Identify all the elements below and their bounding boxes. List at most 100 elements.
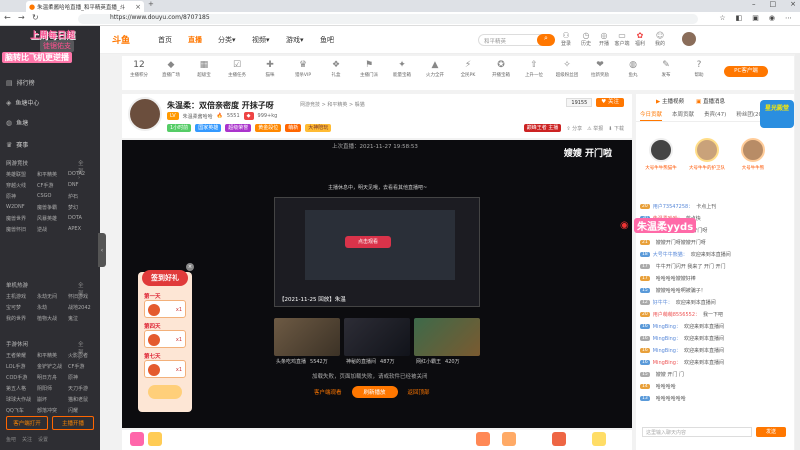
live-message-link[interactable]: ▣ 直播消息 [696,97,725,105]
game-item-7[interactable]: CSGO [37,193,68,200]
giftbar-item-7[interactable]: ⚑ 主播门派 [354,60,384,78]
download-link[interactable]: ⬇ 下载 [608,125,624,132]
gift-icon[interactable] [476,432,490,446]
gift-icon[interactable] [592,432,606,446]
recommend-thumb-3[interactable] [414,318,480,356]
game-item-4[interactable]: 金铲铲之战 [37,363,68,370]
follow-button[interactable]: ♥ 关注 [596,98,624,107]
game-item-5[interactable]: CF手游 [68,363,99,370]
profile-icon[interactable]: ◉ [769,14,775,22]
giftbar-item-2[interactable]: ▦ 超级宝 [189,60,219,78]
new-tab-icon[interactable]: + [148,0,154,8]
gift-icon[interactable] [502,432,516,446]
streamer-name[interactable]: 朱温柔酱哈哈 [183,113,213,120]
chat-input[interactable]: 这里输入聊天内容 [642,427,752,437]
game-item-1[interactable]: 和平精英 [37,171,68,178]
header-mine[interactable]: ☺ 我的 [652,31,668,47]
pc-client-button[interactable]: PC客户端 [724,66,768,77]
game-item-15[interactable]: 魔兽怀旧 [6,226,37,233]
game-item-17[interactable]: APEX [68,226,99,233]
game-item-16[interactable]: 逆战 [37,226,68,233]
game-item-13[interactable]: 风暴英雄 [37,215,68,222]
chat-username[interactable]: 用户73547258： [653,203,693,210]
header-broadcast[interactable]: ◎ 开播 [596,31,612,47]
video-player[interactable]: 上次直播：2021-11-27 19:58:53 嫂嫂 开门啦 主播休息中，明天… [122,140,632,428]
start-broadcast-button[interactable]: 主播开播 [52,416,94,430]
game-item-2[interactable]: DOTA2 [68,171,99,178]
maximize-icon[interactable]: □ [770,0,777,8]
chat-username[interactable]: 好牛牛： [653,299,673,306]
user-avatar[interactable] [682,32,696,46]
game-item-0[interactable]: 主机游戏 [6,293,37,300]
chat-username[interactable]: MingBing： [653,335,681,342]
back-top-link[interactable]: 返回顶部 [408,388,430,396]
sidebar-item-yutang[interactable]: ◍ 鱼塘 [6,118,28,128]
game-item-0[interactable]: 英雄联盟 [6,171,37,178]
nav-yuba[interactable]: 鱼吧 [320,35,334,45]
refresh-play-button[interactable]: 刷新播放 [351,386,398,398]
game-item-7[interactable]: 植物大战 [37,315,68,322]
game-item-14[interactable]: 猫和老鼠 [68,396,99,403]
giftbar-item-15[interactable]: ◍ 鱼丸 [618,60,648,78]
streamer-level[interactable]: 12 主播积分 [124,60,154,78]
browser-tab[interactable]: ● 朱温柔酱哈哈直播_和平精英直播_斗 × [26,1,144,12]
replay-preview[interactable]: 点击观看 【2021-11-25 回放】朱温 [274,197,480,307]
tab-close-icon[interactable]: × [135,3,141,11]
game-item-6[interactable]: COD手游 [6,374,37,381]
report-link[interactable]: ⚠ 举报 [587,125,603,132]
giftbar-item-4[interactable]: ✚ 猫咪 [255,60,285,78]
game-item-17[interactable]: 闪耀 [68,407,99,414]
game-item-6[interactable]: 原神 [6,193,37,200]
game-item-1[interactable]: 和平精英 [37,352,68,359]
footer-follow[interactable]: 关注 [22,436,32,443]
giftbar-item-3[interactable]: ☑ 主播任务 [222,60,252,78]
send-button[interactable]: 发送 [756,427,786,437]
room-category[interactable]: 网游竞技 > 和平精英 > 躲猫 [300,101,365,108]
search-input[interactable]: 和平精英 ⌕ [478,34,555,46]
fans-badge[interactable]: ◆ [243,112,254,120]
game-item-3[interactable]: LOL手游 [6,363,37,370]
rank-2[interactable]: 大号牛牛的护卫队 [688,138,726,171]
game-item-8[interactable]: 原神 [68,374,99,381]
game-item-3[interactable]: 宝可梦 [6,304,37,311]
giftbar-item-17[interactable]: ? 帮助 [684,60,714,78]
giftbar-item-5[interactable]: ♛ 猎杀VIP [288,60,318,78]
giftbar-item-6[interactable]: ❖ 礼盒 [321,60,351,78]
signin-close-icon[interactable]: × [186,263,194,271]
game-item-8[interactable]: 炉石 [68,193,99,200]
giftbar-item-8[interactable]: ✦ 能量宝箱 [387,60,417,78]
page-scrollbar[interactable] [795,54,800,450]
game-item-15[interactable]: QQ飞车 [6,407,37,414]
chat-username[interactable]: 大号牛牛熊猫： [653,251,688,258]
game-item-9[interactable]: W2DNF [6,204,37,211]
game-item-10[interactable]: 阴阳师 [37,385,68,392]
rank-badge[interactable]: 巅峰王者 主播 [523,124,562,132]
game-item-8[interactable]: 鬼泣 [68,315,99,322]
giftbar-item-11[interactable]: ✪ 开播宝箱 [486,60,516,78]
minimize-icon[interactable]: – [752,0,756,8]
streamer-video-link[interactable]: ▶ 主播视频 [656,97,684,105]
tab-week[interactable]: 本周贡献 [672,110,694,121]
signin-go-button[interactable] [148,385,182,399]
chat-username[interactable]: MingBing： [653,323,681,330]
rank-3[interactable]: 大号牛牛熊 [734,138,772,171]
forward-icon[interactable]: → [18,13,25,22]
nav-category[interactable]: 分类▾ [218,35,236,45]
game-item-7[interactable]: 明日方舟 [37,374,68,381]
tab-vip[interactable]: 贵宾(47) [704,110,726,121]
header-welfare[interactable]: ✿ 福利 [632,31,648,47]
game-item-4[interactable]: 永劫 [37,304,68,311]
play-button[interactable]: 点击观看 [345,236,391,248]
recommend-thumb-2[interactable] [344,318,410,356]
game-item-3[interactable]: 穿越火线 [6,182,37,189]
close-window-icon[interactable]: × [790,0,796,8]
footer-settings[interactable]: 设置 [38,436,48,443]
nav-game[interactable]: 游戏▾ [286,35,304,45]
sidebar-item-rank[interactable]: ▤ 排行榜 [6,78,35,88]
header-client[interactable]: ▭ 客户端 [614,31,630,47]
extension-icon[interactable]: ◧ [736,14,743,22]
nav-video[interactable]: 视频▾ [252,35,270,45]
game-item-9[interactable]: 第五人格 [6,385,37,392]
game-item-6[interactable]: 我的世界 [6,315,37,322]
header-login[interactable]: ⚇ 登录 [558,31,574,47]
